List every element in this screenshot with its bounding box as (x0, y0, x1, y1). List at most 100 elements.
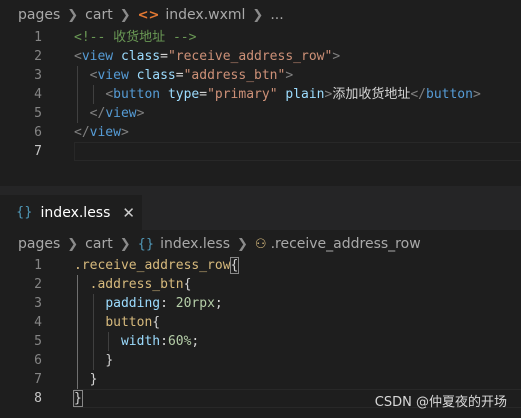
chevron-right-icon: ❯ (119, 236, 131, 252)
code-token: .receive_address_row (74, 258, 231, 273)
tab-index-less[interactable]: {} index.less ✕ (0, 195, 142, 230)
line-number: 4 (34, 87, 42, 102)
code-token: ; (191, 334, 200, 349)
line-number: 7 (34, 372, 42, 387)
code-token: > (332, 49, 341, 64)
code-token: </ (410, 87, 426, 102)
line-number: 3 (34, 296, 42, 311)
close-icon[interactable]: ✕ (122, 204, 135, 222)
pane-divider[interactable] (0, 186, 521, 195)
line-number: 4 (34, 315, 42, 330)
code-token: } (89, 372, 98, 387)
code-token: width (120, 334, 161, 349)
code-token: button (113, 87, 161, 102)
current-line-highlight (74, 142, 521, 161)
line-number: 6 (34, 353, 42, 368)
code-text: padding: 20rpx; (74, 294, 223, 313)
watermark: CSDN @仲夏夜的开场 (374, 395, 507, 410)
code-line[interactable]: 6 } (0, 351, 521, 370)
code-line[interactable]: 1 .receive_address_row{ (0, 256, 521, 275)
code-line[interactable]: 1 <!-- 收货地址 --> (0, 28, 521, 47)
code-token: "primary" (207, 87, 278, 102)
code-token: ; (214, 296, 223, 311)
chevron-right-icon: ❯ (67, 7, 79, 23)
code-line[interactable]: 5 </view> (0, 104, 521, 123)
line-number: 6 (34, 125, 42, 140)
code-line[interactable]: 7 (0, 142, 521, 161)
code-token: = (199, 87, 208, 102)
breadcrumb-file[interactable]: index.wxml (165, 7, 245, 23)
code-token: = (175, 68, 184, 83)
code-line[interactable]: 2 <view class="receive_address_row"> (0, 47, 521, 66)
code-token: </ (74, 125, 90, 140)
code-text: } (73, 389, 83, 408)
code-token: button (426, 87, 473, 102)
code-text: <view class="address_btn"> (74, 66, 294, 85)
code-text: } (74, 351, 113, 370)
chevron-right-icon: ❯ (119, 7, 131, 23)
chevron-right-icon: ❯ (252, 7, 264, 23)
code-line[interactable]: 3 padding: 20rpx; (0, 294, 521, 313)
code-line[interactable]: 4 <button type="primary" plain>添加收货地址</b… (0, 85, 521, 104)
breadcrumb-symbol[interactable]: .receive_address_row (271, 236, 421, 252)
code-token: type (167, 87, 200, 102)
code-token: { (229, 257, 240, 274)
code-token: plain (285, 87, 325, 102)
code-token: < (105, 87, 114, 102)
code-text: <!-- 收货地址 --> (74, 28, 196, 47)
breadcrumb-cart[interactable]: cart (85, 7, 113, 23)
chevron-right-icon: ❯ (67, 236, 79, 252)
code-line[interactable]: 4 button{ (0, 313, 521, 332)
line-number: 2 (34, 277, 42, 292)
tab-bar: {} index.less ✕ (0, 195, 521, 230)
line-number: 3 (34, 68, 42, 83)
code-token: view (105, 106, 137, 121)
code-token: button (105, 315, 153, 330)
code-token: < (74, 49, 82, 64)
symbol-class-icon: ⚇ (254, 236, 267, 252)
xml-angle-brackets-icon: <> (137, 7, 160, 23)
chevron-right-icon: ❯ (237, 236, 248, 252)
line-number: 2 (34, 49, 42, 64)
code-token: class (136, 68, 176, 83)
code-text: </view> (74, 123, 129, 142)
code-text: width:60%; (74, 332, 199, 351)
breadcrumb-file[interactable]: index.less (160, 236, 230, 252)
code-line[interactable]: 3 <view class="address_btn"> (0, 66, 521, 85)
wxml-editor-pane[interactable]: pages ❯ cart ❯ <> index.wxml ❯ ... 1 <!--… (0, 0, 521, 186)
code-token: view (89, 125, 121, 140)
breadcrumb-pages[interactable]: pages (18, 7, 60, 23)
code-line[interactable]: 5 width:60%; (0, 332, 521, 351)
code-token: { (152, 315, 161, 330)
code-line[interactable]: 2 .address_btn{ (0, 275, 521, 294)
breadcrumb-cart[interactable]: cart (85, 236, 113, 252)
code-text: } (74, 370, 98, 389)
line-number: 1 (34, 258, 42, 273)
code-token: padding (105, 296, 161, 311)
breadcrumb: pages ❯ cart ❯ <> index.wxml ❯ ... (0, 1, 521, 29)
code-text: .address_btn{ (74, 275, 192, 294)
code-token: .address_btn (89, 277, 184, 292)
breadcrumb: pages ❯ cart ❯ {} index.less ❯ ⚇ .receiv… (0, 230, 521, 258)
breadcrumb-pages[interactable]: pages (18, 236, 60, 252)
code-line[interactable]: 6 </view> (0, 123, 521, 142)
less-braces-icon: {} (16, 205, 33, 220)
code-token: > (285, 68, 294, 83)
breadcrumb-more[interactable]: ... (270, 7, 283, 23)
tab-label: index.less (40, 204, 111, 221)
line-number: 1 (34, 30, 42, 45)
code-line[interactable]: 7 } (0, 370, 521, 389)
code-token: 20rpx (175, 296, 215, 311)
code-token: : (160, 296, 176, 311)
code-token: } (73, 390, 83, 407)
less-editor-pane[interactable]: {} index.less ✕ pages ❯ cart ❯ {} index.… (0, 195, 521, 418)
